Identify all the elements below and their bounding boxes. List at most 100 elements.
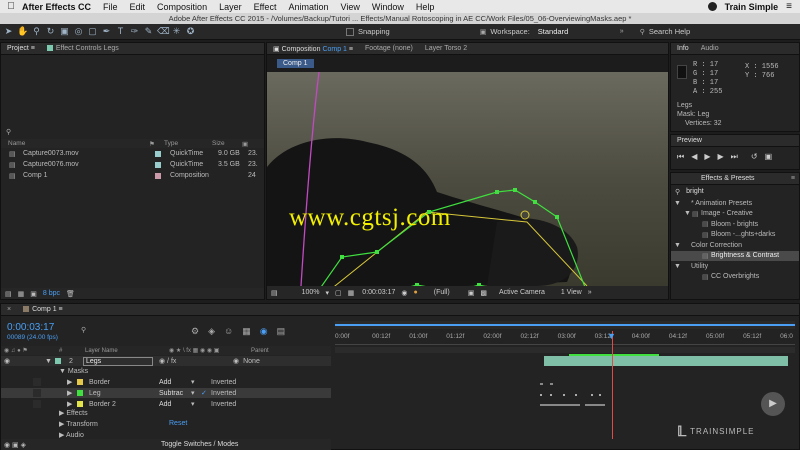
col-layer-name[interactable]: Layer Name — [85, 348, 169, 354]
tab-project[interactable]: Project ≡ — [1, 45, 41, 52]
tab-preview[interactable]: Preview — [671, 137, 708, 144]
menu-effect[interactable]: Effect — [254, 2, 277, 12]
play-overlay-icon[interactable]: ▶ — [761, 392, 785, 416]
time-ruler[interactable]: 0:00f 00:12f 01:00f 01:12f 02:00f 02:12f 03:00… — [335, 331, 795, 345]
col-name[interactable]: Name — [1, 140, 149, 147]
tab-audio[interactable]: Audio — [695, 45, 725, 52]
camera-tool-icon[interactable]: ▣ — [59, 26, 70, 37]
layer-switches[interactable]: ◉ / fx — [159, 357, 213, 365]
views-menu[interactable]: 1 View — [561, 289, 582, 296]
parent-select[interactable]: None — [243, 358, 291, 365]
panel-menu-icon[interactable]: ≡ — [791, 175, 799, 182]
playhead-handle-icon[interactable]: ▼ — [607, 331, 616, 341]
col-frame-rate-icon[interactable]: ▣ — [242, 140, 248, 148]
mask-mode-arrow-icon[interactable]: ▾ — [191, 389, 201, 397]
navigator-bar[interactable] — [335, 324, 795, 326]
menu-composition[interactable]: Composition — [157, 2, 207, 12]
menubar-menu-icon[interactable]: ≡ — [786, 1, 792, 12]
mask-expand-icon[interactable]: ▶ — [67, 378, 77, 386]
menu-animation[interactable]: Animation — [288, 2, 328, 12]
tab-footage[interactable]: Footage (none) — [359, 45, 419, 52]
item-label-color[interactable] — [155, 172, 161, 179]
layer-row[interactable]: ◉ ▼ 2 Legs ◉ / fx ◉ None — [1, 356, 331, 366]
motion-blur-icon[interactable]: ◉ — [260, 326, 268, 337]
transform-group-label[interactable]: ▶ Transform — [59, 420, 98, 428]
effects-tree-item[interactable]: ▤ Bloom -...ghts+darks — [671, 230, 799, 241]
mask-name[interactable]: Border — [89, 379, 159, 386]
viewer-timecode[interactable]: 0:00:03:17 — [362, 289, 395, 296]
mask-color-swatch[interactable] — [77, 401, 83, 407]
masks-group-label[interactable]: ▼ Masks — [59, 368, 88, 375]
bpc-toggle[interactable]: 8 bpc — [43, 290, 60, 297]
timeline-timecode[interactable]: 0:00:03:17 — [7, 322, 54, 333]
mask-expand-icon[interactable]: ▶ — [67, 389, 77, 397]
effects-tree-item[interactable]: ▼ Color Correction — [671, 240, 799, 251]
layer-expand-icon[interactable]: ▼ — [45, 358, 55, 365]
draft-3d-icon[interactable]: ◈ — [208, 326, 215, 337]
effects-tree-item[interactable]: ▤ CC Overbrights — [671, 272, 799, 283]
effects-tree-item[interactable]: ▤ Bloom - brights — [671, 219, 799, 230]
puppet-tool-icon[interactable]: ✪ — [185, 26, 196, 37]
mask-tool-icon[interactable]: ▢ — [87, 26, 98, 37]
loop-icon[interactable]: ↺ — [751, 152, 758, 162]
mask-color-swatch[interactable] — [77, 390, 83, 396]
transform-reset[interactable]: Reset — [169, 420, 187, 427]
comp-flowchart-icon[interactable]: ⚙ — [191, 326, 199, 337]
frame-blending-icon[interactable]: ▦ — [242, 326, 251, 337]
tab-layer[interactable]: Layer Torso 2 — [419, 45, 473, 52]
effects-tree-item[interactable]: ▼ * Animation Presets — [671, 198, 799, 209]
ram-preview-icon[interactable]: ▣ — [765, 152, 773, 162]
mask-mode-arrow-icon[interactable]: ▾ — [191, 378, 201, 386]
pan-behind-tool-icon[interactable]: ◎ — [73, 26, 84, 37]
workspace-menu-icon[interactable]: » — [620, 28, 624, 35]
tab-composition[interactable]: ▣ Composition Comp 1 ≡ — [267, 45, 359, 53]
menu-layer[interactable]: Layer — [219, 2, 242, 12]
menu-file[interactable]: File — [103, 2, 118, 12]
parent-pick-whip-icon[interactable]: ◉ — [233, 357, 239, 365]
zoom-menu[interactable]: 100% — [302, 289, 320, 296]
new-comp-icon[interactable]: ▣ — [30, 290, 37, 298]
playhead[interactable] — [612, 331, 613, 439]
mask-mode-arrow-icon[interactable]: ▾ — [191, 400, 201, 408]
project-item[interactable]: ▤ Capture0073.mov QuickTime 9.0 GB 23. — [1, 148, 264, 159]
col-type[interactable]: Type — [164, 140, 212, 147]
work-area-bar[interactable] — [335, 347, 795, 353]
snapping-checkbox[interactable] — [346, 27, 354, 36]
effects-tree-item[interactable]: ▤ Brightness & Contrast — [671, 250, 799, 261]
mask-row[interactable]: ▶ Border 2 Add ▾ Inverted — [1, 399, 331, 409]
tab-effect-controls[interactable]: Effect Controls Legs — [41, 45, 125, 52]
viewer-more-icon[interactable]: » — [588, 289, 592, 296]
roi-icon[interactable]: ▣ — [468, 289, 475, 297]
effects-tree-item[interactable]: ▼ Utility — [671, 261, 799, 272]
mask-solo-box[interactable] — [33, 400, 41, 408]
tab-info[interactable]: Info — [671, 45, 695, 52]
mask-name[interactable]: Leg — [89, 390, 159, 397]
project-item[interactable]: ▤ Comp 1 Composition 24 — [1, 170, 264, 181]
new-folder-icon[interactable]: ▦ — [18, 290, 25, 298]
col-size[interactable]: Size — [212, 140, 242, 147]
layer-name[interactable]: Legs — [83, 356, 153, 366]
menu-window[interactable]: Window — [372, 2, 404, 12]
snapshot-icon[interactable]: ◉ — [401, 289, 407, 297]
effects-group-label[interactable]: ▶ Effects — [59, 409, 88, 417]
mask-mode-select[interactable]: Add — [159, 401, 191, 408]
layer-visibility-icon[interactable]: ◉ — [1, 357, 11, 365]
zoom-tool-icon[interactable]: ⚲ — [31, 26, 42, 37]
project-item[interactable]: ▤ Capture0076.mov QuickTime 3.5 GB 23. — [1, 159, 264, 170]
toggle-switches-modes[interactable]: Toggle Switches / Modes — [161, 441, 238, 448]
mask-expand-icon[interactable]: ▶ — [67, 400, 77, 408]
timeline-search-icon[interactable]: ⚲ — [81, 326, 86, 334]
rotate-tool-icon[interactable]: ↻ — [45, 26, 56, 37]
mask-mode-select[interactable]: Subtrac — [159, 390, 191, 397]
tab-timeline-comp[interactable]: Comp 1 ≡ — [17, 306, 69, 313]
workspace-select[interactable]: Standard — [538, 27, 620, 36]
first-frame-icon[interactable]: ⏮ — [677, 152, 684, 162]
effects-search-input[interactable]: bright — [686, 188, 704, 195]
audio-group-label[interactable]: ▶ Audio — [59, 431, 84, 439]
mask-inverted-checkbox[interactable]: ✓ — [201, 389, 211, 397]
search-help-input[interactable]: Search Help — [649, 27, 690, 36]
brush-tool-icon[interactable]: ✑ — [129, 26, 140, 37]
interpret-footage-icon[interactable]: ▤ — [5, 290, 12, 298]
tab-effects-presets[interactable]: Effects & Presets — [671, 175, 761, 182]
menu-view[interactable]: View — [340, 2, 359, 12]
